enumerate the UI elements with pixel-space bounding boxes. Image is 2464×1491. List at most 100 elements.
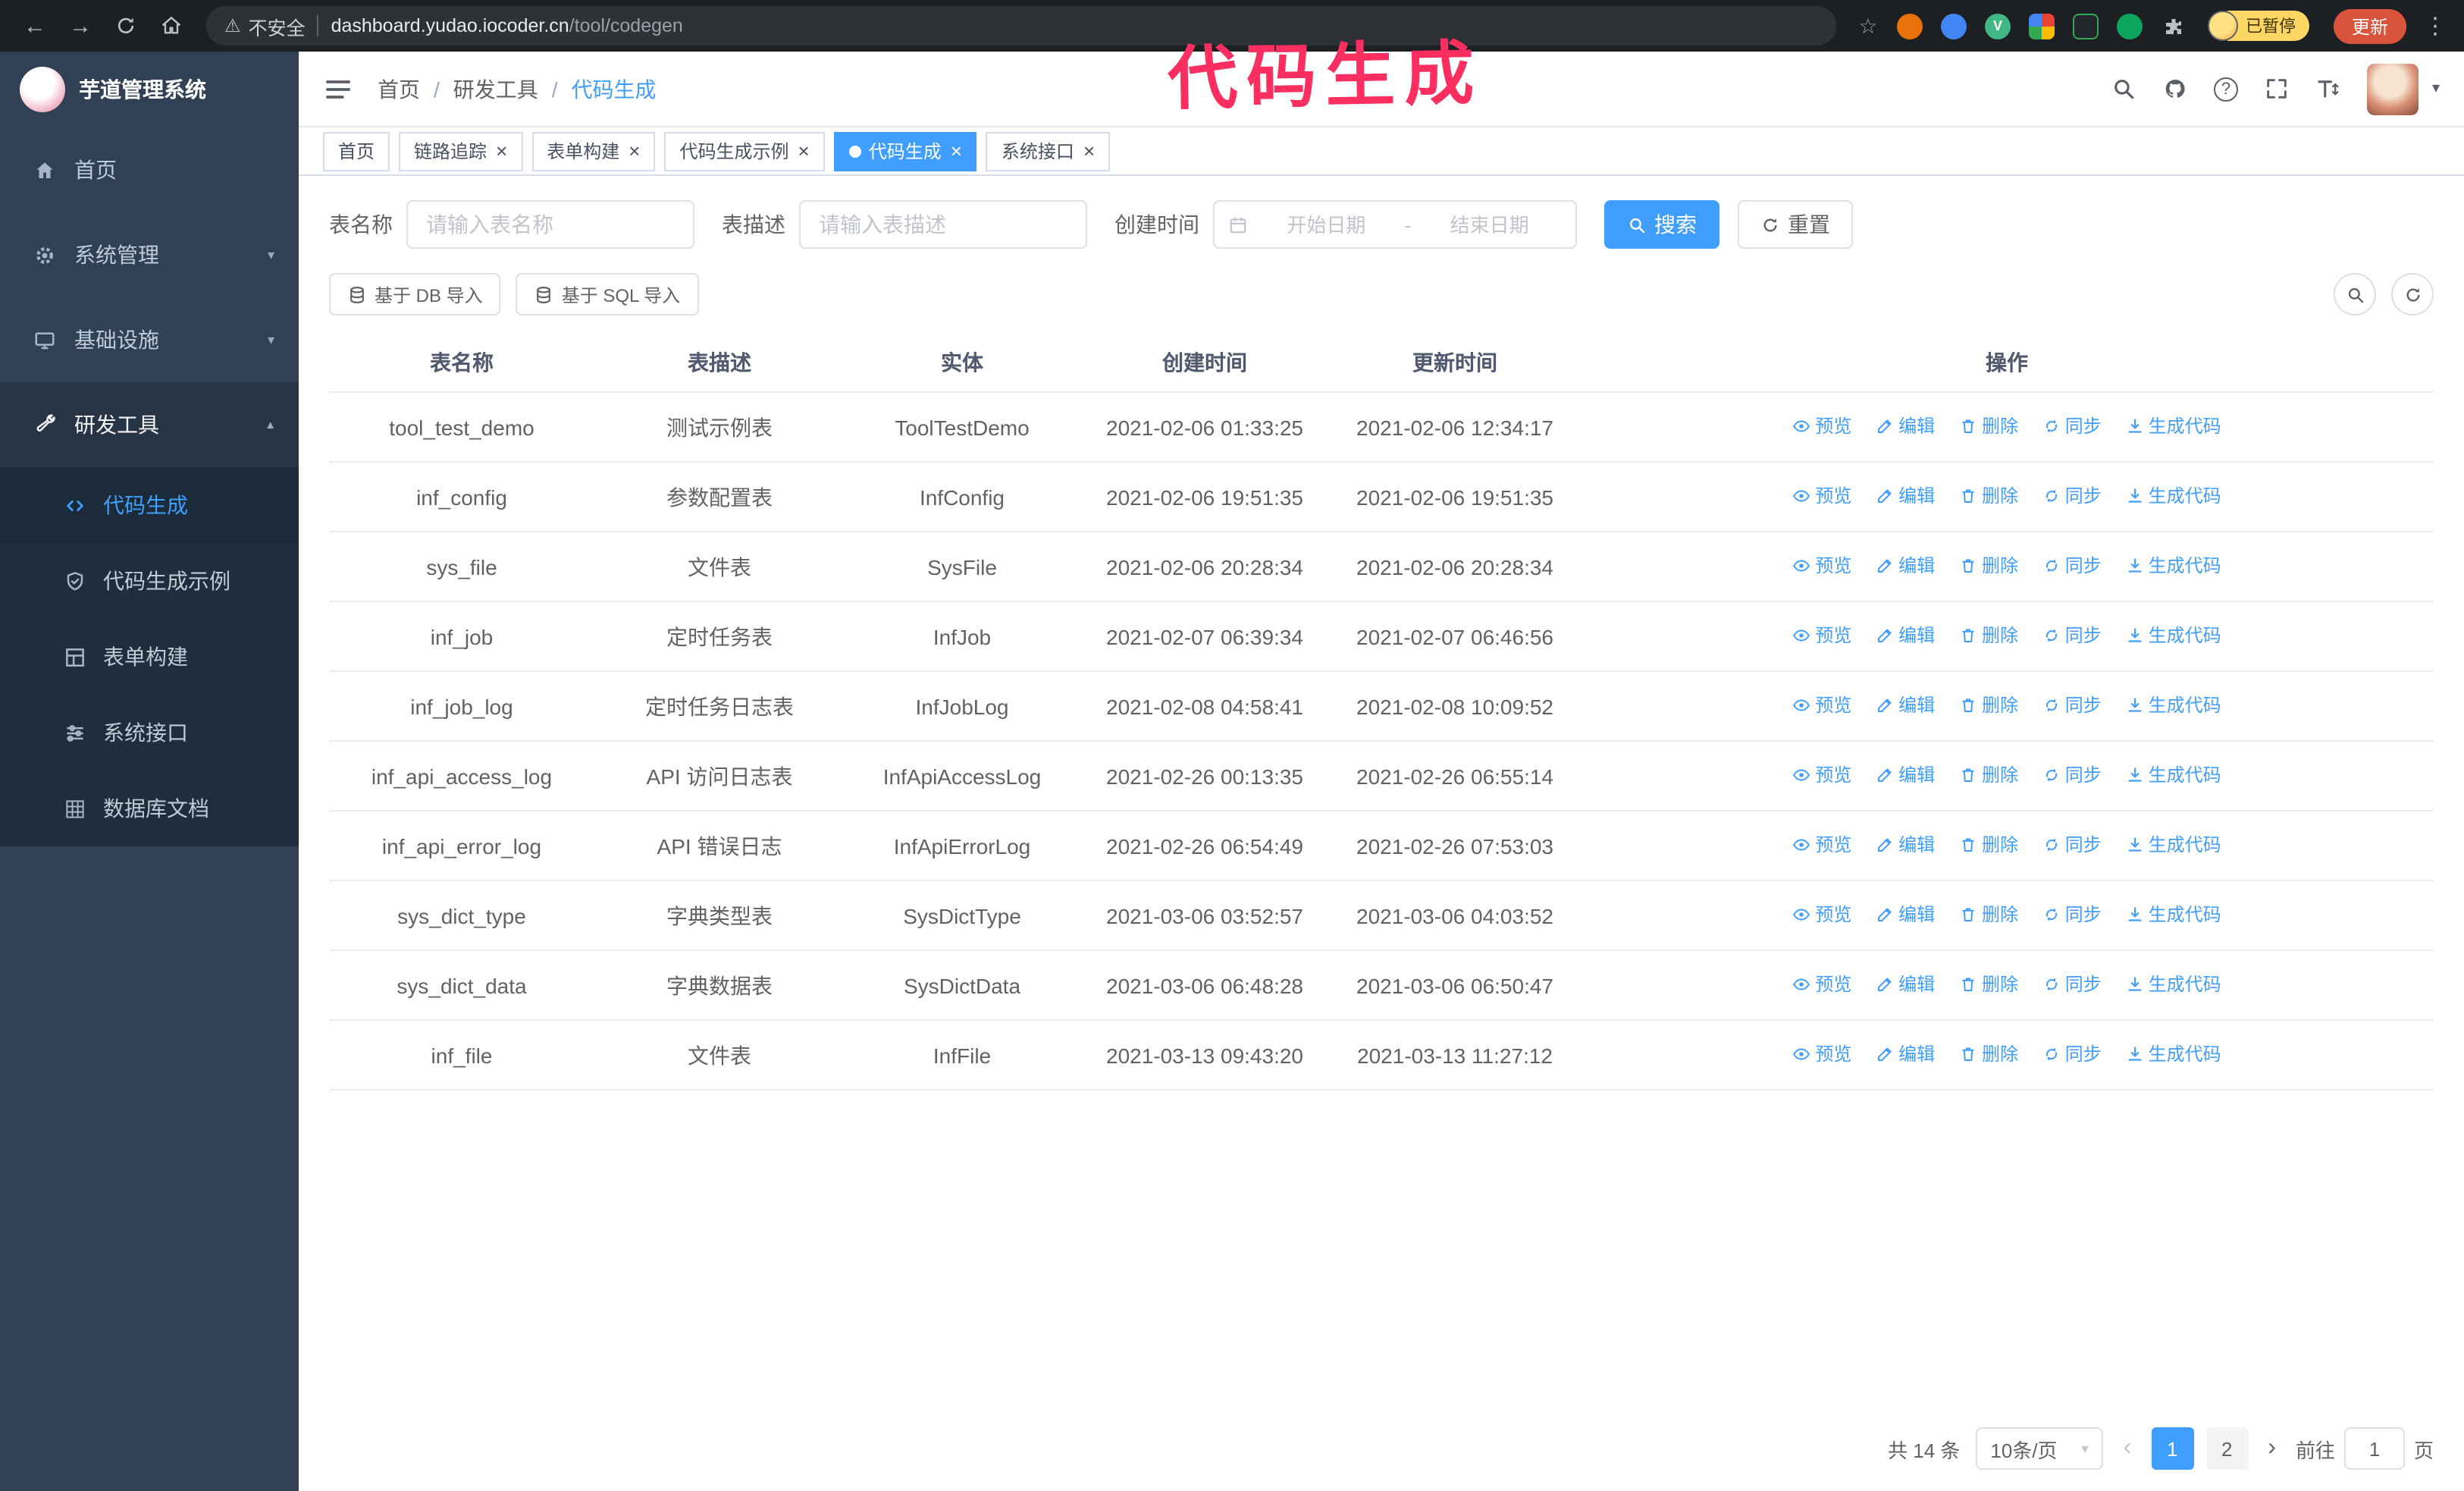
sync-link[interactable]: 同步 [2042,828,2102,862]
sync-link[interactable]: 同步 [2042,689,2102,722]
leaf-extension-icon[interactable] [2116,13,2143,39]
generate-code-link[interactable]: 生成代码 [2126,758,2221,792]
generate-code-link[interactable]: 生成代码 [2126,689,2221,722]
page-button-2[interactable]: 2 [2205,1427,2249,1470]
close-icon[interactable]: × [1083,141,1095,161]
preview-link[interactable]: 预览 [1792,689,1851,722]
sidebar-item-system-api[interactable]: 系统接口 [0,695,299,771]
edit-link[interactable]: 编辑 [1876,898,1935,931]
delete-link[interactable]: 删除 [1959,968,2018,1001]
font-size-icon[interactable] [2315,76,2341,102]
edit-link[interactable]: 编辑 [1876,549,1935,582]
sync-link[interactable]: 同步 [2042,549,2102,582]
vue-devtools-icon[interactable]: V [1984,13,2011,39]
refresh-table-button[interactable] [2391,273,2434,315]
end-date-input[interactable] [1417,213,1562,236]
droplet-extension-icon[interactable] [1940,13,1967,39]
delete-link[interactable]: 删除 [1959,898,2018,931]
view-tab[interactable]: 链路追踪 × [399,131,523,171]
generate-code-link[interactable]: 生成代码 [2126,619,2221,652]
back-button[interactable]: ← [15,6,55,46]
edit-link[interactable]: 编辑 [1876,689,1935,722]
github-icon[interactable] [2162,76,2188,102]
sidebar-item-codegen[interactable]: 代码生成 [0,467,299,543]
delete-link[interactable]: 删除 [1959,689,2018,722]
sync-link[interactable]: 同步 [2042,619,2102,652]
edit-link[interactable]: 编辑 [1876,479,1935,513]
breadcrumb-item[interactable]: 研发工具 [453,74,538,104]
hamburger-icon[interactable] [323,74,353,104]
generate-code-link[interactable]: 生成代码 [2126,968,2221,1001]
sidebar-item-form-builder[interactable]: 表单构建 [0,619,299,695]
preview-link[interactable]: 预览 [1792,479,1851,513]
sync-link[interactable]: 同步 [2042,758,2102,792]
generate-code-link[interactable]: 生成代码 [2126,479,2221,513]
reset-button[interactable]: 重置 [1738,200,1853,249]
view-tab[interactable]: 首页 [323,131,390,171]
preview-link[interactable]: 预览 [1792,968,1851,1001]
preview-link[interactable]: 预览 [1792,410,1851,443]
url-text[interactable]: dashboard.yudao.iocoder.cn/tool/codegen [331,15,683,36]
sidebar-item-devtools[interactable]: 研发工具 ▾ [0,382,299,467]
page-button-1[interactable]: 1 [2151,1427,2194,1470]
edit-link[interactable]: 编辑 [1876,1037,1935,1071]
close-icon[interactable]: × [951,141,962,161]
sync-link[interactable]: 同步 [2042,479,2102,513]
update-button[interactable]: 更新 [2333,8,2406,43]
delete-link[interactable]: 删除 [1959,619,2018,652]
delete-link[interactable]: 删除 [1959,758,2018,792]
sidebar-item-home[interactable]: 首页 [0,127,299,212]
forward-button[interactable]: → [61,6,100,46]
table-desc-input[interactable] [799,200,1087,249]
delete-link[interactable]: 删除 [1959,479,2018,513]
search-icon[interactable] [2111,76,2136,102]
edit-link[interactable]: 编辑 [1876,758,1935,792]
reload-button[interactable] [106,6,146,46]
user-avatar[interactable] [2366,63,2419,115]
browser-menu-kebab-icon[interactable]: ⋮ [2422,12,2449,39]
view-tab[interactable]: 表单构建 × [531,131,656,171]
screenshot-extension-icon[interactable] [2072,13,2099,39]
start-date-input[interactable] [1254,213,1399,236]
preview-link[interactable]: 预览 [1792,898,1851,931]
grid-extension-icon[interactable] [2028,13,2055,39]
address-bar[interactable]: ⚠ 不安全 dashboard.yudao.iocoder.cn/tool/co… [206,6,1836,46]
security-status[interactable]: ⚠ 不安全 [224,11,306,40]
delete-link[interactable]: 删除 [1959,410,2018,443]
generate-code-link[interactable]: 生成代码 [2126,410,2221,443]
page-size-select[interactable]: 10条/页 ▾ [1975,1427,2104,1470]
edit-link[interactable]: 编辑 [1876,968,1935,1001]
generate-code-link[interactable]: 生成代码 [2126,1037,2221,1071]
sidebar-item-infra[interactable]: 基础设施 ▾ [0,297,299,382]
sync-link[interactable]: 同步 [2042,898,2102,931]
puzzle-extensions-icon[interactable] [2161,13,2187,39]
sync-link[interactable]: 同步 [2042,968,2102,1001]
edit-link[interactable]: 编辑 [1876,410,1935,443]
app-logo[interactable]: 芋道管理系统 [0,52,299,127]
prev-page-button[interactable]: ‹ [2119,1435,2136,1462]
edit-link[interactable]: 编辑 [1876,828,1935,862]
goto-page-input[interactable] [2343,1427,2405,1470]
import-db-button[interactable]: 基于 DB 导入 [329,273,501,315]
preview-link[interactable]: 预览 [1792,549,1851,582]
sync-link[interactable]: 同步 [2042,410,2102,443]
preview-link[interactable]: 预览 [1792,828,1851,862]
home-button[interactable] [152,6,191,46]
sync-link[interactable]: 同步 [2042,1037,2102,1071]
sidebar-item-system[interactable]: 系统管理 ▾ [0,212,299,297]
delete-link[interactable]: 删除 [1959,549,2018,582]
view-tab[interactable]: 代码生成示例 × [664,131,825,171]
generate-code-link[interactable]: 生成代码 [2126,898,2221,931]
edit-link[interactable]: 编辑 [1876,619,1935,652]
help-icon[interactable]: ? [2213,77,2238,101]
search-button[interactable]: 搜索 [1604,200,1719,249]
close-icon[interactable]: × [798,141,810,161]
preview-link[interactable]: 预览 [1792,758,1851,792]
close-icon[interactable]: × [496,141,507,161]
preview-link[interactable]: 预览 [1792,1037,1851,1071]
delete-link[interactable]: 删除 [1959,1037,2018,1071]
view-tab[interactable]: 代码生成 × [833,131,977,171]
table-name-input[interactable] [406,200,694,249]
sidebar-item-codegen-example[interactable]: 代码生成示例 [0,543,299,619]
date-range-picker[interactable]: - [1213,200,1577,249]
